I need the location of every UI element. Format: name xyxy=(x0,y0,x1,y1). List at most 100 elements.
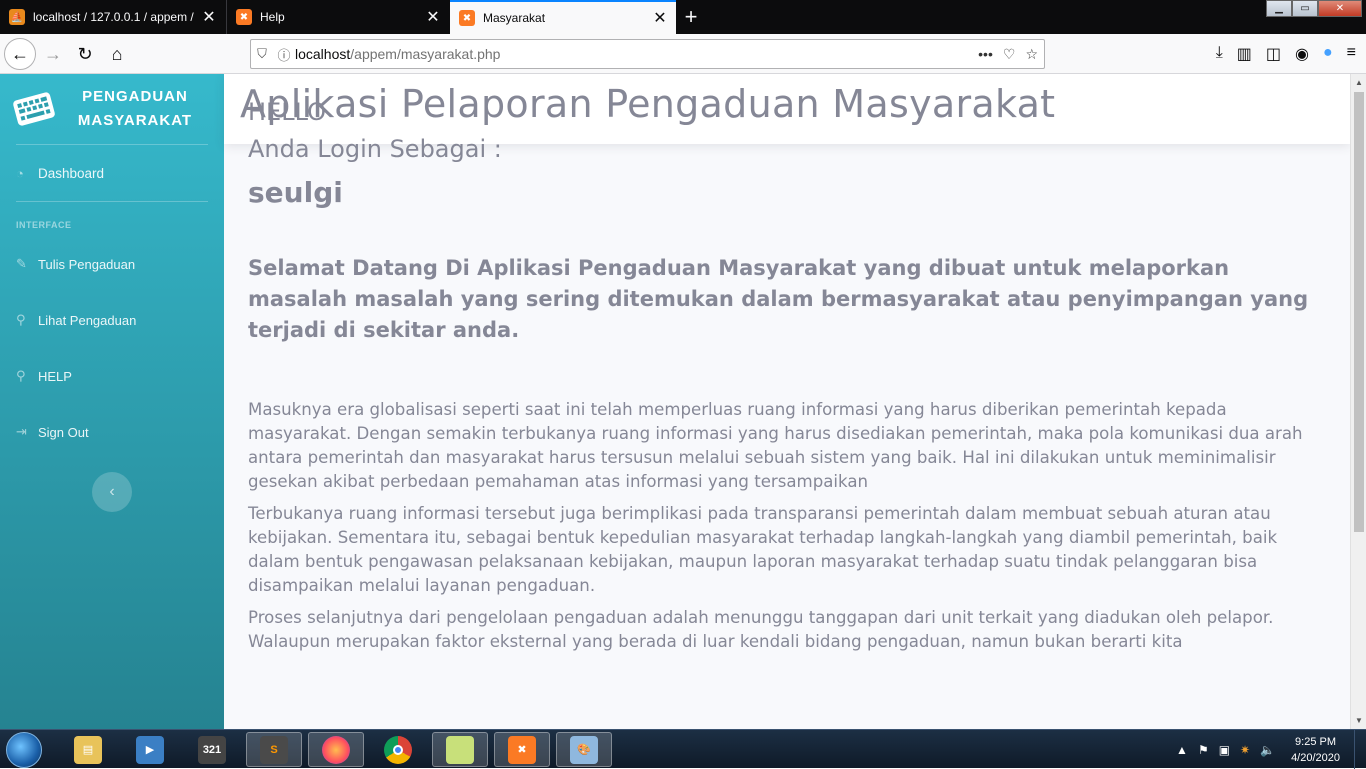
paragraph: Terbukanya ruang informasi tersebut juga… xyxy=(248,504,1278,595)
scrollbar-thumb[interactable] xyxy=(1354,92,1364,532)
start-button[interactable] xyxy=(6,732,42,768)
paragraph: Masuknya era globalisasi seperti saat in… xyxy=(248,400,1303,491)
username: seulgi xyxy=(248,176,343,209)
forward-button[interactable]: → xyxy=(38,39,68,69)
taskbar: ▤ ▶ 321 S ✖ 🎨 ▲ ⚑ ▣ ✷ 🔈 9:25 PM 4/20/202… xyxy=(0,729,1366,769)
firefox-taskbar-button[interactable] xyxy=(308,732,364,767)
sidebar-heading: INTERFACE xyxy=(16,220,72,230)
sidebar-item-label: Lihat Pengaduan xyxy=(38,312,137,328)
system-tray: ▲ ⚑ ▣ ✷ 🔈 9:25 PM 4/20/2020 xyxy=(1176,730,1366,769)
explorer-taskbar-button[interactable]: ▤ xyxy=(60,732,116,767)
paint-icon: 🎨 xyxy=(570,735,598,764)
paint-taskbar-button[interactable]: 🎨 xyxy=(556,732,612,767)
sidebar-item-lihat-pengaduan[interactable]: ⚲ Lihat Pengaduan xyxy=(0,292,224,348)
url-bar[interactable]: ⛉ ⓘ localhost/appem/masyarakat.php ••• ♡… xyxy=(250,39,1045,69)
notes-taskbar-button[interactable] xyxy=(432,732,488,767)
account-icon[interactable]: ◉ xyxy=(1295,44,1309,64)
sidebar-item-label: Dashboard xyxy=(38,165,105,181)
welcome-heading: Selamat Datang Di Aplikasi Pengaduan Mas… xyxy=(248,256,1309,342)
scroll-down-icon[interactable]: ▼ xyxy=(1351,716,1366,725)
sidebar-toggle-icon[interactable]: ◫ xyxy=(1266,44,1281,64)
tab-title: Masyarakat xyxy=(483,11,546,25)
tray-icons: ▲ ⚑ ▣ ✷ 🔈 xyxy=(1176,743,1275,757)
sidebar-item-tulis-pengaduan[interactable]: ✎ Tulis Pengaduan xyxy=(0,236,224,292)
url-bar-actions: ••• ♡ ☆ xyxy=(978,46,1038,63)
media-player-icon: ▶ xyxy=(136,735,164,764)
media-classic-taskbar-button[interactable]: 321 xyxy=(184,732,240,767)
keyboard-icon xyxy=(13,92,55,126)
sidebar-item-help[interactable]: ⚲ HELP xyxy=(0,348,224,404)
tab-phpmyadmin[interactable]: ⛵ localhost / 127.0.0.1 / appem / ✕ xyxy=(0,0,225,34)
chrome-icon xyxy=(384,735,412,764)
bookmark-star-icon[interactable]: ☆ xyxy=(1025,46,1038,63)
sidebar-item-label: Sign Out xyxy=(38,424,89,440)
sidebar: PENGADUAN MASYARAKAT ◔ Dashboard INTERFA… xyxy=(0,74,224,729)
sublime-text-icon: S xyxy=(260,735,288,764)
sidebar-brand[interactable]: PENGADUAN MASYARAKAT xyxy=(0,74,224,144)
tab-title: localhost / 127.0.0.1 / appem / xyxy=(33,10,194,24)
xampp-icon: ✖ xyxy=(508,735,536,764)
tab-help[interactable]: ✖ Help ✕ xyxy=(226,0,449,34)
minimize-button[interactable]: ▁ xyxy=(1266,0,1292,17)
maximize-button[interactable]: ▭ xyxy=(1292,0,1318,17)
close-tab-icon[interactable]: ✕ xyxy=(199,7,219,27)
sticky-notes-icon xyxy=(446,735,474,764)
info-icon[interactable]: ⓘ xyxy=(273,45,295,64)
main-content: HELLO Anda Login Sebagai : seulgi Selama… xyxy=(248,94,1328,654)
greeting: HELLO xyxy=(248,98,326,126)
chevron-left-icon: ‹ xyxy=(109,483,115,500)
login-as-label: Anda Login Sebagai : xyxy=(248,135,502,163)
page-actions-icon[interactable]: ••• xyxy=(978,46,993,63)
media-classic-icon: 321 xyxy=(198,735,226,764)
dashboard-icon: ◔ xyxy=(16,165,24,181)
brand-text: PENGADUAN MASYARAKAT xyxy=(77,88,193,129)
sublime-taskbar-button[interactable]: S xyxy=(246,732,302,767)
paragraph: Proses selanjutnya dari pengelolaan peng… xyxy=(248,608,1274,651)
shield-icon[interactable]: ⛉ xyxy=(251,46,273,62)
sidebar-item-dashboard[interactable]: ◔ Dashboard xyxy=(0,145,224,201)
url-path: /appem/masyarakat.php xyxy=(350,46,501,62)
close-tab-icon[interactable]: ✕ xyxy=(650,8,670,28)
sidebar-item-label: HELP xyxy=(38,368,72,384)
menu-icon[interactable]: ≡ xyxy=(1347,44,1356,64)
volume-icon[interactable]: 🔈 xyxy=(1260,743,1275,757)
navigation-toolbar: ← → ↻ ⌂ ⛉ ⓘ localhost/appem/masyarakat.p… xyxy=(0,34,1366,74)
device-icon[interactable]: ▣ xyxy=(1219,743,1230,757)
sidebar-item-label: Tulis Pengaduan xyxy=(38,256,136,272)
search-icon: ⚲ xyxy=(16,368,26,383)
search-icon: ⚲ xyxy=(16,312,26,327)
action-center-flag-icon[interactable]: ⚑ xyxy=(1198,743,1209,757)
xampp-icon: ✖ xyxy=(236,9,252,25)
show-desktop-button[interactable] xyxy=(1354,730,1366,769)
xampp-icon: ✖ xyxy=(459,10,475,26)
reload-button[interactable]: ↻ xyxy=(70,39,100,69)
close-window-button[interactable]: ✕ xyxy=(1318,0,1362,17)
extension-icon[interactable]: ● xyxy=(1323,44,1333,64)
sidebar-toggle-button[interactable]: ‹ xyxy=(92,472,132,512)
downloads-icon[interactable]: ⤓ xyxy=(1216,44,1223,64)
xampp-taskbar-button[interactable]: ✖ xyxy=(494,732,550,767)
chrome-taskbar-button[interactable] xyxy=(370,732,426,767)
library-icon[interactable]: ▥ xyxy=(1237,44,1252,64)
scroll-up-icon[interactable]: ▲ xyxy=(1351,78,1366,87)
system-clock[interactable]: 9:25 PM 4/20/2020 xyxy=(1291,734,1340,766)
network-icon[interactable]: ✷ xyxy=(1240,743,1250,757)
clock-time: 9:25 PM xyxy=(1295,735,1337,748)
back-button[interactable]: ← xyxy=(4,38,36,70)
vertical-scrollbar[interactable]: ▲ ▼ xyxy=(1350,74,1366,729)
new-tab-button[interactable]: + xyxy=(680,4,702,30)
window-controls: ▁ ▭ ✕ xyxy=(1266,0,1362,18)
tab-title: Help xyxy=(260,10,285,24)
sign-out-icon: ⇥ xyxy=(16,424,27,439)
sidebar-item-sign-out[interactable]: ⇥ Sign Out xyxy=(0,404,224,460)
url-host: localhost xyxy=(295,46,351,62)
media-player-taskbar-button[interactable]: ▶ xyxy=(122,732,178,767)
clock-date: 4/20/2020 xyxy=(1291,751,1340,764)
toolbar-right: ⤓ ▥ ◫ ◉ ● ≡ xyxy=(1216,44,1356,64)
tab-masyarakat[interactable]: ✖ Masyarakat ✕ xyxy=(450,0,676,34)
phpmyadmin-icon: ⛵ xyxy=(9,9,25,25)
pocket-icon[interactable]: ♡ xyxy=(1003,46,1016,63)
home-button[interactable]: ⌂ xyxy=(102,39,132,69)
show-hidden-icons-icon[interactable]: ▲ xyxy=(1176,743,1188,757)
close-tab-icon[interactable]: ✕ xyxy=(423,7,443,27)
